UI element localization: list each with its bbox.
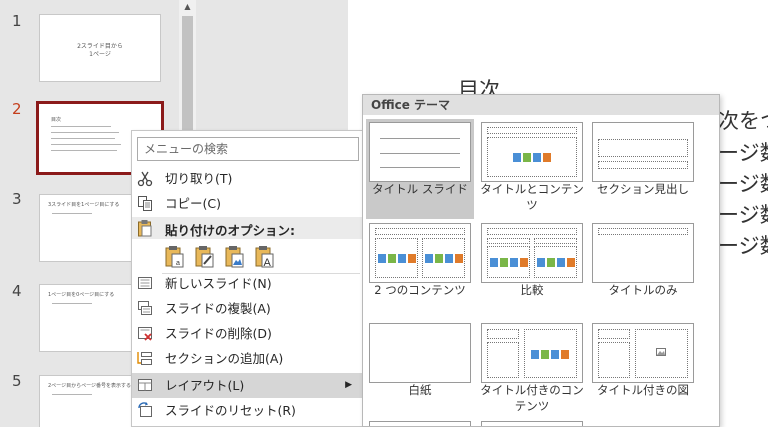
slide-number: 1 [12,12,22,30]
content-placeholder-icons [425,254,463,263]
copy-icon [138,196,152,211]
slide-number: 2 [12,100,22,118]
menu-item-label: スライドの複製(A) [165,301,271,316]
slide-body-text: ージ数 [718,172,768,196]
paste-keep-source-formatting-icon[interactable] [194,244,216,268]
thumbnail-title: 3スライド目を1ページ目にする [48,202,120,208]
layout-icon [138,379,152,391]
slide-body-text: 次をつ [718,109,768,133]
paste-options-label: 貼り付けのオプション: [165,223,295,238]
menu-item-layout[interactable]: レイアウト(L) ▶ [132,373,362,398]
menu-item-reset-slide[interactable]: スライドのリセット(R) [132,398,362,423]
thumbnail-title: 1ページ目を0ページ目にする [48,292,115,298]
thumbnail-title: 目次 [51,117,62,123]
layout-section-header[interactable]: セクション見出し [589,119,697,219]
content-placeholder-icons [537,258,575,267]
layout-preview [481,122,583,182]
slide-number: 4 [12,282,22,300]
thumbnail-title: 2スライド目から 1ページ [77,43,123,58]
layout-blank[interactable]: 白紙 [366,320,474,420]
new-slide-icon [138,277,152,289]
layout-label: タイトル付きのコンテンツ [480,383,584,413]
menu-item-duplicate-slide[interactable]: スライドの複製(A) [132,296,362,321]
clipboard-icon [138,220,152,237]
duplicate-slide-icon [138,301,152,315]
paste-picture-icon[interactable] [224,244,246,268]
slide-number: 3 [12,190,22,208]
add-section-icon [137,352,152,365]
slide-body-text: ージ数 [718,141,768,165]
paste-keep-text-only-icon[interactable]: A [254,244,276,268]
slide-body-text: ージ数 [718,203,768,227]
menu-item-label: 切り取り(T) [165,171,233,186]
menu-item-label: スライドのリセット(R) [165,403,296,418]
context-menu: メニューの検索 切り取り(T) コピー(C) 貼り付けのオプション: a A 新… [131,130,363,427]
menu-item-cut[interactable]: 切り取り(T) [132,166,362,191]
layout-preview [369,323,471,383]
layout-content-with-caption[interactable]: タイトル付きのコンテンツ [478,320,586,420]
menu-item-label: スライドの削除(D) [165,326,272,341]
layout-label: 2 つのコンテンツ [374,283,466,297]
layout-preview [369,223,471,283]
content-placeholder-icons [513,153,551,162]
submenu-arrow-icon: ▶ [345,380,352,390]
scissors-icon [137,171,153,187]
layout-preview [592,323,694,383]
reset-slide-icon [138,402,152,417]
layout-picture-with-caption[interactable]: タイトル付きの図 [589,320,697,420]
layout-label: タイトル スライド [372,182,468,196]
content-placeholder-icons [378,254,416,263]
layout-title-and-content[interactable]: タイトルとコンテンツ [478,119,586,219]
layout-two-content[interactable]: 2 つのコンテンツ [366,220,474,320]
layout-label: タイトルとコンテンツ [480,182,584,212]
layout-preview [481,223,583,283]
menu-item-label: レイアウト(L) [165,378,245,393]
slide-number: 5 [12,372,22,390]
layout-title-only[interactable]: タイトルのみ [589,220,697,320]
menu-item-add-section[interactable]: セクションの追加(A) [132,346,362,371]
layout-title-slide[interactable]: タイトル スライド [366,119,474,219]
layout-label: タイトルのみ [608,283,678,297]
layout-preview-partial [369,421,471,426]
svg-text:a: a [176,260,180,267]
slide-body-text: ージ数 [718,234,768,258]
layout-comparison[interactable]: 比較 [478,220,586,320]
content-placeholder-icons [531,350,569,359]
delete-slide-icon [138,327,152,341]
menu-search-input[interactable]: メニューの検索 [137,137,359,161]
layout-preview-partial [481,421,583,426]
menu-item-label: 新しいスライド(N) [165,276,272,291]
theme-header: Office テーマ [363,95,719,115]
paste-options-header: 貼り付けのオプション: [132,217,362,239]
layout-label: タイトル付きの図 [597,383,689,397]
layout-gallery: Office テーマ タイトル スライド タイトルとコンテンツ セクション見出し [362,94,720,427]
layout-label: セクション見出し [597,182,689,196]
layout-label: 白紙 [408,383,432,397]
paste-use-destination-theme-icon[interactable]: a [164,244,186,268]
layout-label: 比較 [520,283,544,297]
layout-preview [481,323,583,383]
svg-text:A: A [264,257,272,268]
menu-item-label: コピー(C) [165,196,221,211]
content-placeholder-icons [490,258,528,267]
layout-preview [592,122,694,182]
layout-preview [592,223,694,283]
menu-item-label: セクションの追加(A) [165,351,284,366]
scroll-up-arrow-icon[interactable]: ▲ [179,0,196,14]
menu-item-new-slide[interactable]: 新しいスライド(N) [132,271,362,296]
menu-item-delete-slide[interactable]: スライドの削除(D) [132,321,362,346]
thumbnail-title: 2ページ目からページ番号を表示する [48,383,131,389]
picture-placeholder-icon [656,348,666,356]
layout-preview [369,122,471,182]
slide-thumbnail-1[interactable]: 2スライド目から 1ページ [39,14,161,82]
menu-item-copy[interactable]: コピー(C) [132,191,362,216]
